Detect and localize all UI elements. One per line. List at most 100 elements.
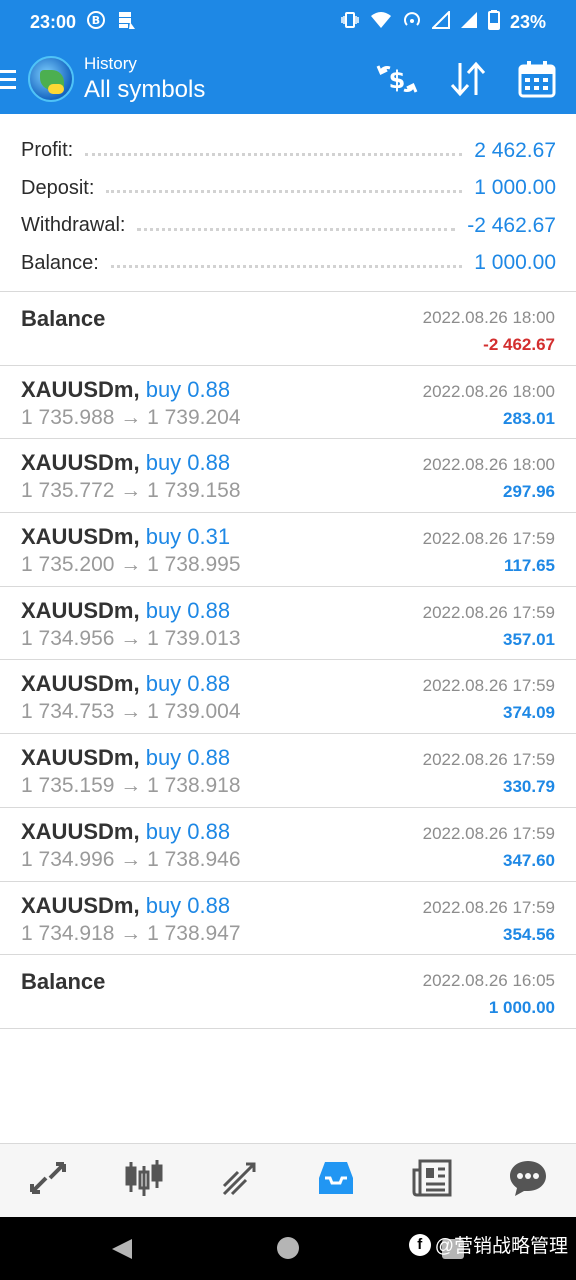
deal-prices: 1 735.772 → 1 739.158	[21, 479, 241, 503]
status-left: 23:00 B	[30, 10, 136, 34]
news-icon	[412, 1158, 452, 1203]
deal-symbol: XAUUSDm,	[21, 524, 140, 550]
summary-row-profit: Profit: 2 462.67	[21, 132, 556, 170]
summary-label: Withdrawal:	[21, 214, 126, 237]
status-right: 23%	[340, 9, 546, 35]
app-bar: History All symbols $	[0, 44, 576, 114]
deal-datetime: 2022.08.26 18:00	[422, 381, 555, 401]
deal-datetime: 2022.08.26 17:59	[422, 897, 555, 917]
deal-symbol: XAUUSDm,	[21, 597, 140, 623]
list-item[interactable]: XAUUSDm, buy 0.88 1 735.159 → 1 738.918 …	[0, 734, 576, 808]
list-item[interactable]: XAUUSDm, buy 0.88 1 734.956 → 1 739.013 …	[0, 587, 576, 661]
deal-symbol: XAUUSDm,	[21, 892, 140, 918]
summary-label: Deposit:	[21, 176, 95, 199]
deal-datetime: 2022.08.26 17:59	[422, 602, 555, 622]
vibrate-icon	[340, 10, 360, 35]
status-bar: 23:00 B 23%	[0, 0, 576, 44]
deal-symbol: XAUUSDm,	[21, 818, 140, 844]
list-item[interactable]: Balance 2022.08.26 18:00 -2 462.67	[0, 292, 576, 366]
app-logo	[28, 56, 74, 102]
page-title: All symbols	[84, 76, 206, 103]
nav-news[interactable]	[402, 1151, 462, 1211]
trade-icon	[220, 1158, 260, 1203]
svg-text:$: $	[389, 66, 406, 94]
deal-symbol: XAUUSDm,	[21, 450, 140, 476]
nav-trade[interactable]	[210, 1151, 270, 1211]
deal-prices: 1 735.159 → 1 738.918	[21, 774, 241, 798]
deal-datetime: 2022.08.26 16:05	[422, 971, 555, 991]
b-icon: B	[86, 10, 106, 34]
deal-profit: 347.60	[503, 850, 555, 870]
deal-profit: 297.96	[503, 482, 555, 502]
deal-profit: 357.01	[503, 629, 555, 649]
menu-icon[interactable]	[0, 44, 24, 114]
deal-prices: 1 734.918 → 1 738.947	[21, 921, 241, 945]
bottom-nav	[0, 1143, 576, 1217]
nav-quotes[interactable]	[18, 1151, 78, 1211]
dotted-leader	[110, 258, 463, 269]
signal-icon	[430, 9, 450, 34]
deal-symbol: XAUUSDm,	[21, 671, 140, 697]
calendar-icon[interactable]	[518, 60, 556, 98]
deal-symbol: XAUUSDm,	[21, 745, 140, 771]
deal-action: buy 0.88	[145, 671, 231, 697]
summary-row-balance: Balance: 1 000.00	[21, 245, 556, 283]
list-item[interactable]: XAUUSDm, buy 0.31 1 735.200 → 1 738.995 …	[0, 513, 576, 587]
deal-datetime: 2022.08.26 17:59	[422, 750, 555, 770]
deal-profit: 330.79	[503, 777, 555, 797]
deal-datetime: 2022.08.26 17:59	[422, 823, 555, 843]
signal-icon	[460, 11, 478, 34]
nav-chart[interactable]	[114, 1151, 174, 1211]
chat-icon	[508, 1158, 548, 1203]
list-item[interactable]: XAUUSDm, buy 0.88 1 734.996 → 1 738.946 …	[0, 808, 576, 882]
deal-action: buy 0.88	[145, 892, 231, 918]
summary-value: 2 462.67	[474, 138, 556, 162]
page-subtitle: History	[84, 54, 137, 73]
deal-symbol: Balance	[21, 306, 106, 331]
nav-history[interactable]	[306, 1151, 366, 1211]
back-icon[interactable]	[110, 1237, 134, 1266]
quotes-icon	[28, 1158, 68, 1203]
deal-prices: 1 734.753 → 1 739.004	[21, 700, 241, 724]
summary-row-withdrawal: Withdrawal: -2 462.67	[21, 207, 556, 245]
deal-profit: 117.65	[503, 556, 555, 576]
list-item[interactable]: XAUUSDm, buy 0.88 1 734.753 → 1 739.004 …	[0, 660, 576, 735]
deal-prices: 1 734.956 → 1 739.013	[21, 626, 241, 650]
dotted-leader	[85, 146, 463, 156]
summary-row-deposit: Deposit: 1 000.00	[21, 170, 556, 208]
summary-value: 1 000.00	[474, 176, 556, 200]
sort-icon[interactable]	[448, 61, 488, 97]
deal-symbol: XAUUSDm,	[21, 376, 140, 402]
home-icon[interactable]	[277, 1237, 299, 1259]
watermark: f @营销战略管理	[408, 1231, 568, 1258]
deals-list: Balance 2022.08.26 18:00 -2 462.67 XAUUS…	[0, 292, 576, 1029]
summary-value: -2 462.67	[467, 213, 556, 237]
deal-datetime: 2022.08.26 18:00	[422, 308, 555, 327]
wifi-icon	[370, 10, 392, 35]
deposit-filter-icon[interactable]: $	[376, 62, 418, 96]
deal-datetime: 2022.08.26 18:00	[422, 455, 555, 475]
candlestick-chart-icon	[124, 1158, 164, 1203]
app-bar-titles[interactable]: History All symbols	[84, 54, 205, 104]
deal-datetime: 2022.08.26 17:59	[422, 676, 555, 696]
list-item[interactable]: XAUUSDm, buy 0.88 1 735.772 → 1 739.158 …	[0, 439, 576, 514]
deal-profit: 374.09	[503, 703, 555, 723]
deal-profit: 354.56	[503, 924, 555, 944]
list-item[interactable]: Balance 2022.08.26 16:05 1 000.00	[0, 955, 576, 1029]
svg-text:B: B	[92, 14, 100, 27]
list-item[interactable]: XAUUSDm, buy 0.88 1 735.988 → 1 739.204 …	[0, 366, 576, 440]
dotted-leader	[106, 183, 463, 194]
clock: 23:00	[30, 11, 77, 32]
battery-level: 23%	[509, 11, 546, 32]
summary-label: Profit:	[21, 139, 74, 162]
deal-prices: 1 734.996 → 1 738.946	[21, 847, 241, 871]
inbox-icon	[316, 1158, 356, 1203]
nav-chat[interactable]	[498, 1151, 558, 1211]
deal-action: buy 0.88	[145, 818, 231, 844]
deal-profit: -2 462.67	[483, 335, 555, 354]
summary-value: 1 000.00	[474, 251, 556, 275]
deal-action: buy 0.88	[145, 450, 231, 476]
list-item[interactable]: XAUUSDm, buy 0.88 1 734.918 → 1 738.947 …	[0, 882, 576, 956]
storage-icon	[116, 10, 136, 34]
system-nav-bar: f @营销战略管理	[0, 1217, 576, 1280]
